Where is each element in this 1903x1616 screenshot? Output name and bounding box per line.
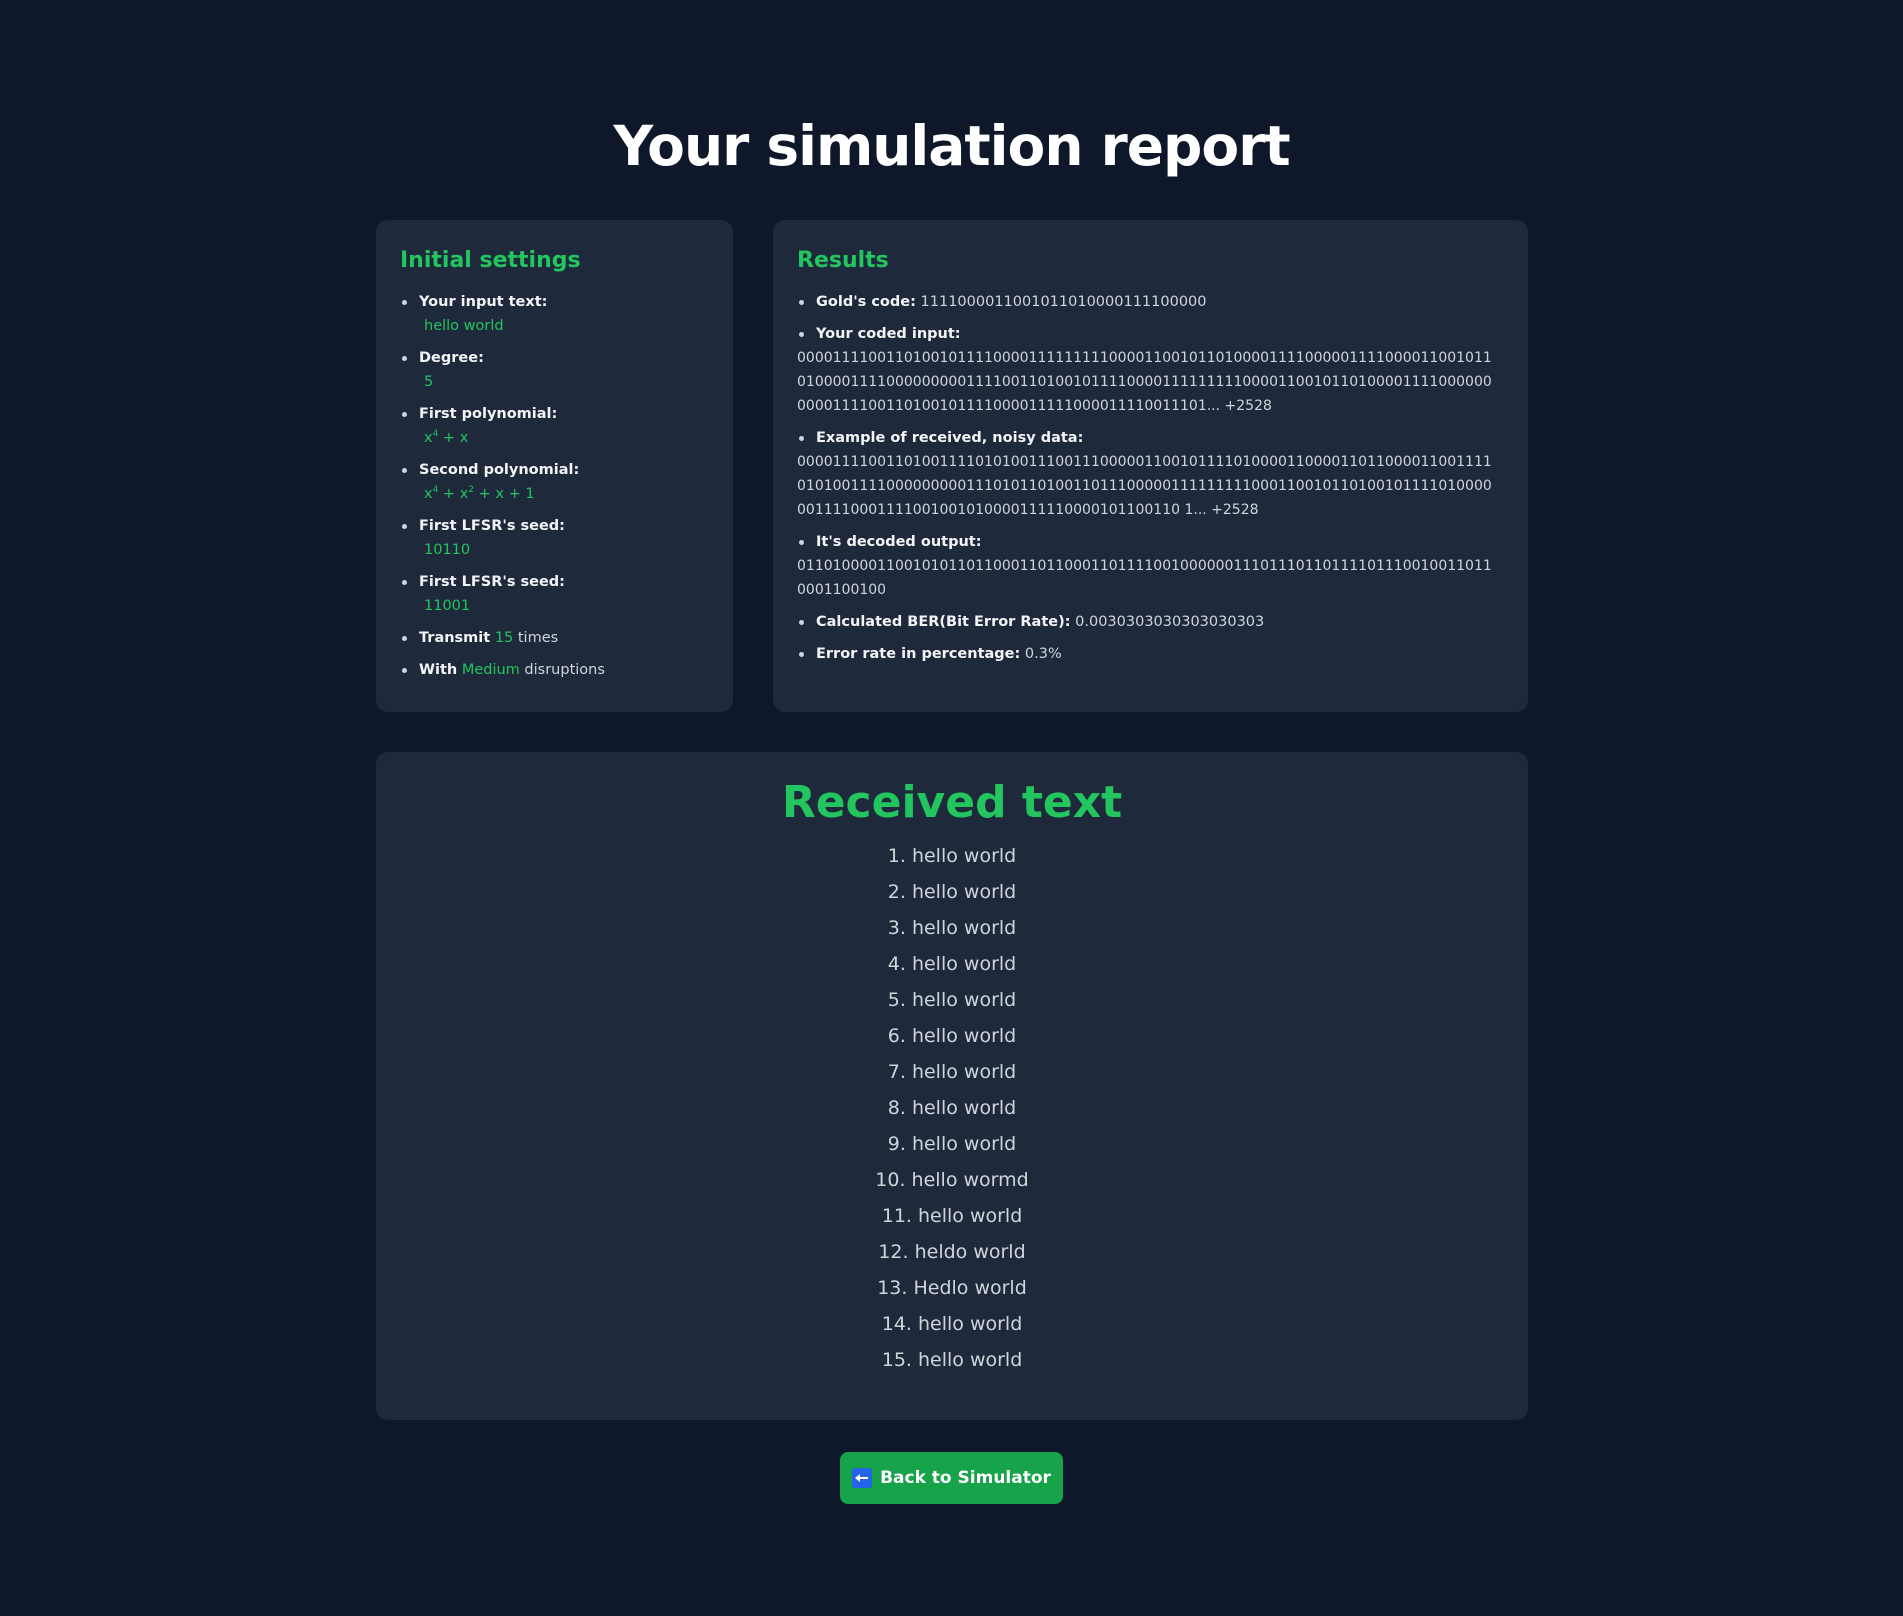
transmit-label: Transmit: [419, 630, 491, 646]
transmit-suffix: times: [517, 630, 559, 646]
setting-degree: Degree: 5: [400, 346, 709, 394]
result-coded-input: Your coded input: 0000111100110100101111…: [797, 322, 1498, 418]
second-polynomial-value: x4 + x2 + x + 1: [419, 482, 709, 506]
received-line: 13. Hedlo world: [877, 1277, 1027, 1299]
ber-label: Calculated BER(Bit Error Rate):: [816, 614, 1071, 630]
decoded-output-label: It's decoded output:: [816, 534, 982, 550]
results-list: Gold's code: 111100001100101101000011110…: [797, 290, 1498, 666]
setting-input-text: Your input text: hello world: [400, 290, 709, 338]
first-seed-value: 10110: [424, 542, 471, 558]
setting-first-polynomial: First polynomial: x4 + x: [400, 402, 709, 450]
coded-input-value: 0000111100110100101111000011111111100001…: [797, 350, 1492, 414]
input-text-label: Your input text:: [419, 294, 548, 310]
setting-second-seed: First LFSR's seed: 11001: [400, 570, 709, 618]
received-line: 2. hello world: [887, 881, 1017, 903]
ber-value: 0.0030303030303030303: [1075, 614, 1265, 630]
received-line: 12. heldo world: [878, 1241, 1026, 1263]
first-seed-label: First LFSR's seed:: [419, 518, 565, 534]
result-error-percentage: Error rate in percentage: 0.3%: [797, 642, 1498, 666]
setting-first-seed: First LFSR's seed: 10110: [400, 514, 709, 562]
noisy-data-label: Example of received, noisy data:: [816, 430, 1084, 446]
received-text-heading: Received text: [781, 777, 1123, 828]
coded-input-label: Your coded input:: [816, 326, 961, 342]
received-line: 3. hello world: [887, 917, 1017, 939]
first-polynomial-value: x4 + x: [419, 426, 709, 450]
received-line: 1. hello world: [887, 845, 1017, 867]
transmit-count: 15: [494, 630, 514, 646]
received-line: 7. hello world: [887, 1061, 1017, 1083]
back-to-simulator-button[interactable]: Back to Simulator: [840, 1452, 1063, 1504]
left-arrow-icon: [852, 1468, 873, 1488]
result-noisy-data: Example of received, noisy data: 0000111…: [797, 426, 1498, 522]
received-line: 6. hello world: [887, 1025, 1017, 1047]
setting-disruption: With Medium disruptions: [400, 658, 709, 682]
first-polynomial-label: First polynomial:: [419, 406, 558, 422]
settings-list: Your input text: hello world Degree: 5 F…: [400, 290, 709, 682]
results-heading: Results: [797, 248, 889, 273]
received-text-card: Received text 1. hello world 2. hello wo…: [376, 752, 1528, 1420]
noisy-data-value: 0000111100110100111101010011100111000001…: [797, 454, 1492, 518]
gold-code-label: Gold's code:: [816, 294, 916, 310]
setting-transmit: Transmit 15 times: [400, 626, 709, 650]
received-line: 15. hello world: [881, 1349, 1023, 1371]
result-ber: Calculated BER(Bit Error Rate): 0.003030…: [797, 610, 1498, 634]
initial-settings-card: Initial settings Your input text: hello …: [376, 220, 733, 712]
received-line: 14. hello world: [881, 1313, 1023, 1335]
received-line: 4. hello world: [887, 953, 1017, 975]
gold-code-value: 1111000011001011010000111100000: [920, 294, 1207, 310]
disruption-label: With: [419, 662, 458, 678]
error-percentage-label: Error rate in percentage:: [816, 646, 1021, 662]
setting-second-polynomial: Second polynomial: x4 + x2 + x + 1: [400, 458, 709, 506]
received-text-list: 1. hello world 2. hello world 3. hello w…: [376, 838, 1528, 1378]
input-text-value: hello world: [424, 318, 504, 334]
poly-term: + x + 1: [474, 486, 535, 502]
received-line: 10. hello wormd: [875, 1169, 1029, 1191]
received-line: 9. hello world: [887, 1133, 1017, 1155]
second-polynomial-label: Second polynomial:: [419, 462, 580, 478]
poly-term: + x: [438, 486, 469, 502]
degree-value: 5: [424, 374, 434, 390]
poly-term: x: [424, 430, 433, 446]
received-line: 8. hello world: [887, 1097, 1017, 1119]
received-line: 11. hello world: [881, 1205, 1023, 1227]
page-title: Your simulation report: [613, 114, 1290, 178]
second-seed-label: First LFSR's seed:: [419, 574, 565, 590]
result-gold-code: Gold's code: 111100001100101101000011110…: [797, 290, 1498, 314]
disruption-level: Medium: [461, 662, 520, 678]
result-decoded-output: It's decoded output: 0110100001100101011…: [797, 530, 1498, 602]
second-seed-value: 11001: [424, 598, 471, 614]
received-line: 5. hello world: [887, 989, 1017, 1011]
back-button-label: Back to Simulator: [880, 1468, 1051, 1488]
poly-term: x: [424, 486, 433, 502]
disruption-suffix: disruptions: [524, 662, 605, 678]
degree-label: Degree:: [419, 350, 484, 366]
initial-settings-heading: Initial settings: [400, 248, 581, 273]
decoded-output-value: 0110100001100101011011000110110001101111…: [797, 558, 1492, 598]
results-card: Results Gold's code: 1111000011001011010…: [773, 220, 1528, 712]
poly-term: + x: [438, 430, 469, 446]
error-percentage-value: 0.3%: [1024, 646, 1062, 662]
